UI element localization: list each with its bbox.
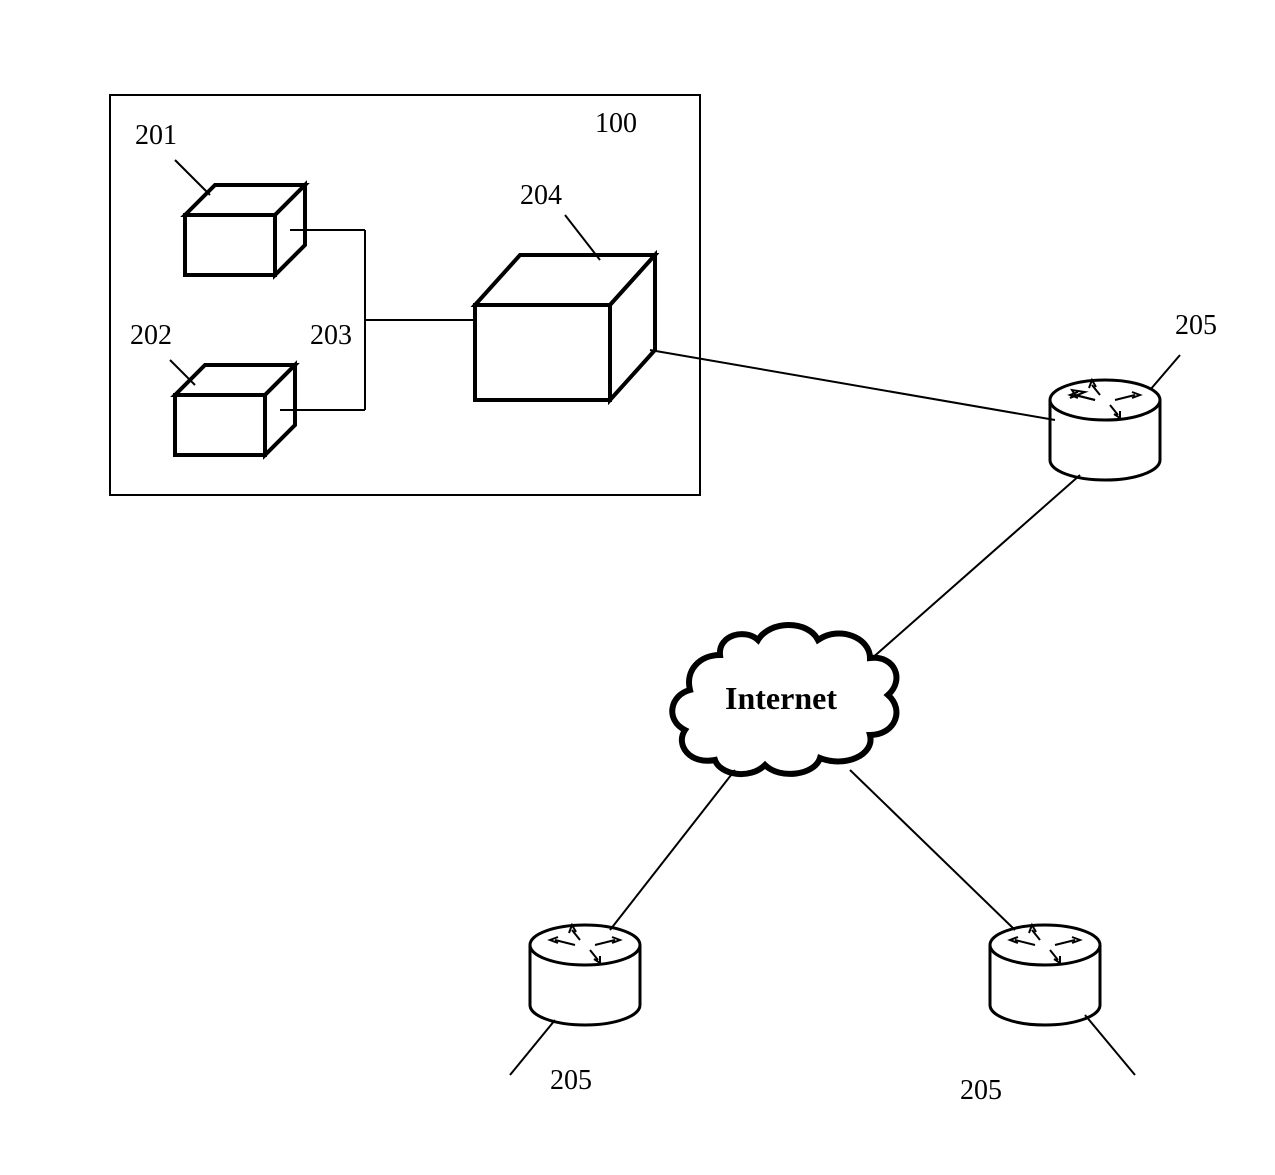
label-205-br: 205 (960, 1075, 1002, 1107)
leader-205-top (1150, 355, 1180, 390)
label-201: 201 (135, 120, 177, 152)
link-204-router (650, 350, 1055, 420)
label-202: 202 (130, 320, 172, 352)
node-201-box (185, 185, 305, 275)
label-204: 204 (520, 180, 562, 212)
link-router-bl-tail (510, 1020, 555, 1075)
label-205-bl: 205 (550, 1065, 592, 1097)
label-100: 100 (595, 108, 637, 140)
label-205-top: 205 (1175, 310, 1217, 342)
router-top (1050, 380, 1160, 480)
leader-202 (170, 360, 195, 385)
link-cloud-router-bl (610, 770, 735, 930)
router-bottom-left (530, 925, 640, 1025)
link-cloud-router-br (850, 770, 1015, 930)
label-internet: Internet (725, 680, 837, 717)
link-router-cloud (870, 475, 1080, 660)
node-204-box (475, 255, 655, 400)
link-router-br-tail (1085, 1015, 1135, 1075)
label-203: 203 (310, 320, 352, 352)
leader-201 (175, 160, 210, 195)
router-bottom-right (990, 925, 1100, 1025)
node-202-box (175, 365, 295, 455)
